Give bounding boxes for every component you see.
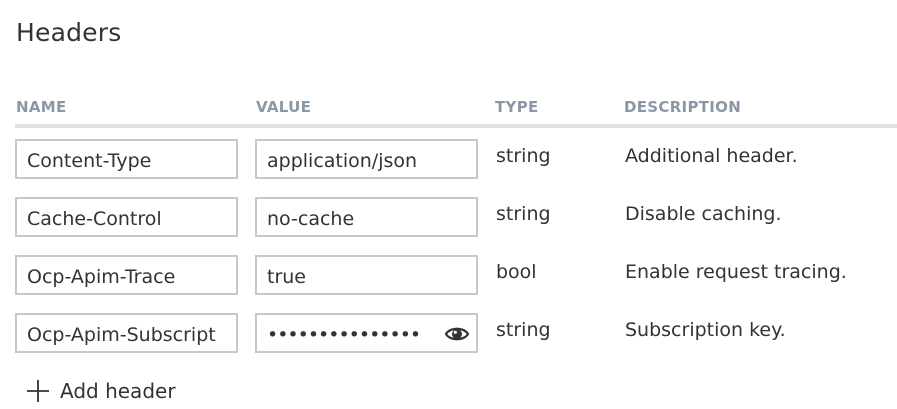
- column-header-description: DESCRIPTION: [624, 98, 742, 116]
- column-header-name: NAME: [16, 98, 67, 116]
- column-header-value: VALUE: [256, 98, 312, 116]
- header-name-field[interactable]: [15, 255, 238, 295]
- header-name-input[interactable]: [17, 257, 236, 293]
- plus-icon: [26, 379, 50, 403]
- header-description: Subscription key.: [625, 319, 786, 341]
- header-name-input[interactable]: [17, 199, 236, 235]
- header-value-field[interactable]: [255, 313, 478, 353]
- add-header-label: Add header: [60, 379, 176, 403]
- header-row: string Additional header.: [0, 139, 897, 181]
- header-name-input[interactable]: [17, 315, 236, 351]
- header-name-field[interactable]: [15, 197, 238, 237]
- header-row: bool Enable request tracing.: [0, 255, 897, 297]
- add-header-button[interactable]: Add header: [26, 376, 176, 406]
- header-value-input[interactable]: [257, 141, 476, 177]
- header-value-field[interactable]: [255, 197, 478, 237]
- header-description: Additional header.: [625, 145, 798, 167]
- header-type: string: [496, 203, 551, 225]
- header-name-field[interactable]: [15, 139, 238, 179]
- header-name-field[interactable]: [15, 313, 238, 353]
- table-header-divider: [15, 124, 897, 128]
- header-row: string Disable caching.: [0, 197, 897, 239]
- header-type: string: [496, 145, 551, 167]
- header-description: Disable caching.: [625, 203, 782, 225]
- section-title: Headers: [16, 18, 122, 47]
- column-header-type: TYPE: [495, 98, 539, 116]
- header-row: string Subscription key.: [0, 313, 897, 355]
- header-type: bool: [496, 261, 537, 283]
- header-value-input[interactable]: [257, 257, 476, 293]
- header-description: Enable request tracing.: [625, 261, 847, 283]
- header-value-input[interactable]: [257, 199, 476, 235]
- header-value-field[interactable]: [255, 255, 478, 295]
- header-name-input[interactable]: [17, 141, 236, 177]
- header-type: string: [496, 319, 551, 341]
- eye-icon[interactable]: [444, 321, 470, 347]
- header-value-field[interactable]: [255, 139, 478, 179]
